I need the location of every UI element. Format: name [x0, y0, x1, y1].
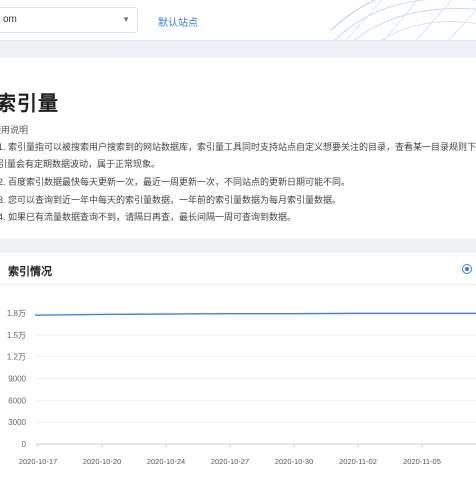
decorative-mesh-graphic — [330, 0, 476, 40]
help-line: 引量会有定期数据波动，属于正常现象。 — [0, 159, 161, 169]
series-line — [34, 312, 476, 316]
top-bar: om ▼ 默认站点 — [0, 0, 476, 41]
x-tick-label: 2020-11-05 — [403, 457, 441, 466]
index-info-card: 索引量 使用说明 1. 索引量指可以被搜索用户搜索到的网站数据库，索引量工具同时… — [0, 58, 476, 238]
help-title: 使用说明 — [0, 125, 29, 135]
help-line: 1. 索引量指可以被搜索用户搜索到的网站数据库，索引量工具同时支持站点自定义想要… — [0, 142, 476, 152]
help-line: 3. 您可以查询到近一年中每天的索引量数据，一年前的索引量数据为每月索引量数据。 — [0, 195, 342, 205]
default-site-link[interactable]: 默认站点 — [158, 14, 198, 29]
x-tick-label: 2020-10-17 — [19, 457, 57, 466]
y-tick-label: 0 — [22, 440, 27, 449]
x-tick-label: 2020-10-24 — [147, 457, 185, 466]
y-tick-label: 3000 — [8, 418, 26, 427]
site-select[interactable]: om ▼ — [0, 7, 138, 33]
x-tick-label: 2020-10-30 — [275, 457, 313, 466]
y-tick-label: 1.2万 — [7, 353, 26, 362]
x-tick-label: 2020-10-20 — [83, 457, 121, 466]
y-tick-label: 9000 — [8, 375, 26, 384]
site-select-value: om — [3, 14, 17, 25]
y-tick-label: 1.5万 — [7, 331, 26, 340]
x-tick-label: 2020-11-02 — [339, 457, 377, 466]
page-title: 索引量 — [0, 93, 59, 115]
index-line-chart: 0 3000 6000 9000 1.2万 1.5万 1.8万 2020-10-17 2020-… — [7, 309, 476, 466]
y-tick-label: 1.8万 — [7, 309, 26, 318]
index-chart-card: 索引情况 0 3000 6000 9000 1.2万 1.5万 1.8万 2020-10-17… — [0, 253, 476, 477]
help-line: 2. 百度索引数据最快每天更新一次，最近一周更新一次，不同站点的更新日期可能不同… — [0, 177, 351, 187]
chevron-down-icon: ▼ — [122, 15, 130, 24]
x-tick-label: 2020-10-27 — [211, 457, 249, 466]
help-line: 4. 如果已有流量数据查询不到，请隔日再查，最长间隔一周可查询到数据。 — [0, 212, 297, 222]
y-tick-label: 6000 — [8, 396, 26, 405]
